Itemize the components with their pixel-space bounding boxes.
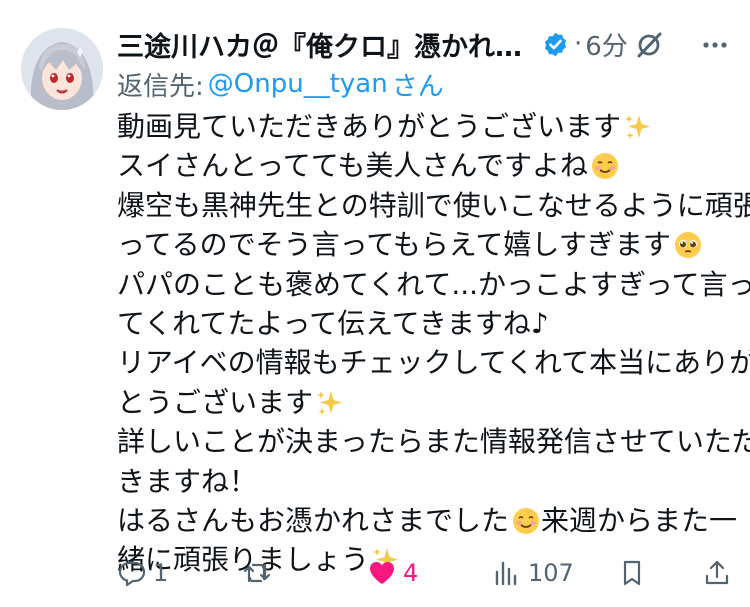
bookmark-button[interactable]: [617, 553, 647, 593]
body-line: 動画見ていただきありがとうございます: [117, 107, 732, 146]
bookmark-icon: [623, 560, 641, 586]
reply-button[interactable]: 1: [117, 553, 168, 593]
action-bar: 1 4 107: [117, 553, 732, 593]
author-name[interactable]: 三途川ハカ＠『俺クロ』憑かれた...: [117, 25, 535, 64]
views-button[interactable]: 107: [492, 553, 574, 593]
verified-badge-icon: [544, 32, 567, 56]
share-icon: [705, 560, 729, 585]
pleading-face-icon: [674, 232, 701, 259]
body-line: 爆空も黒神先生との特訓で使いこなせるように頑張: [117, 188, 750, 222]
like-count: 4: [403, 559, 419, 587]
reply-count: 1: [153, 559, 169, 587]
post-body: 動画見ていただきありがとうございます スイさんとってても美人さんですよね 爆空も…: [117, 107, 750, 580]
smiling-face-icon: [591, 153, 618, 180]
share-button[interactable]: [702, 553, 732, 593]
post-header: 三途川ハカ＠『俺クロ』憑かれた... · 6分: [117, 22, 734, 66]
body-line: きますね！: [117, 464, 258, 498]
body-line: はるさんもお憑かれさまでした 来週からまた一: [117, 503, 738, 537]
body-line: 詳しいことが決まったらまた情報発信させていただ: [117, 425, 750, 459]
body-line: てくれてたよって伝えてきますね♪: [117, 306, 549, 340]
body-line: とうございます: [117, 383, 732, 422]
reply-to-line: 返信先: @Onpu__tyan さん: [117, 66, 444, 102]
avatar[interactable]: [21, 28, 103, 110]
grok-icon[interactable]: [630, 26, 668, 64]
body-line: スイさんとってても美人さんですよね: [117, 146, 732, 185]
reply-to-label: 返信先:: [117, 71, 204, 102]
reply-to-handle[interactable]: @Onpu__tyan: [208, 69, 388, 99]
more-options-icon[interactable]: [696, 26, 734, 64]
reply-icon: [118, 561, 146, 587]
reply-to-suffix: さん: [391, 71, 444, 102]
repost-button[interactable]: [242, 553, 278, 593]
body-line: ってるのでそう言ってもらえて嬉しすぎます: [117, 225, 732, 264]
like-button[interactable]: 4: [367, 553, 418, 593]
body-line: パパのことも褒めてくれて...かっこよすぎって言っ: [117, 267, 750, 301]
view-count: 107: [528, 559, 574, 587]
avatar-illustration: [21, 28, 103, 110]
heart-icon: [370, 562, 394, 584]
sparkles-icon: [625, 115, 651, 139]
smiling-face-icon: [513, 507, 540, 534]
body-line: リアイベの情報もチェックしてくれて本当にありが: [117, 346, 750, 380]
timestamp[interactable]: 6分: [585, 26, 628, 63]
separator-dot: ·: [574, 29, 583, 59]
repost-icon: [243, 563, 271, 583]
sparkles-icon: [317, 390, 343, 415]
views-chart-icon: [495, 561, 517, 586]
